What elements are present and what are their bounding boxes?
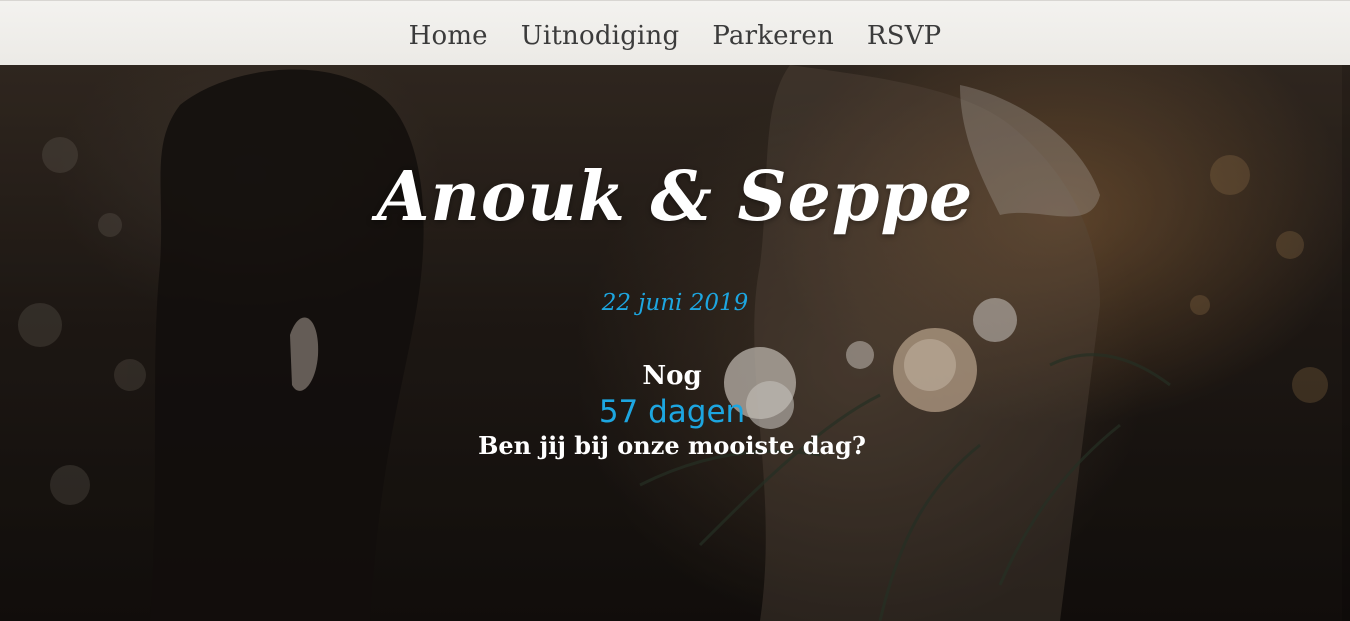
countdown-prefix: Nog (642, 361, 702, 391)
countdown-days: 57 dagen (598, 394, 746, 430)
wedding-date: 22 juni 2019 (601, 290, 749, 316)
hero-tagline: Ben jij bij onze mooiste dag? (478, 431, 866, 460)
main-navigation: Home Uitnodiging Parkeren RSVP (0, 0, 1350, 65)
nav-link-parkeren[interactable]: Parkeren (712, 17, 834, 49)
nav-link-rsvp[interactable]: RSVP (867, 17, 941, 49)
hero-section: Anouk & Seppe 22 juni 2019 Nog 57 dagen … (0, 65, 1350, 621)
couple-names-heading: Anouk & Seppe (376, 157, 974, 237)
page-scrollbar[interactable] (1342, 65, 1350, 621)
nav-link-home[interactable]: Home (409, 17, 488, 49)
nav-link-uitnodiging[interactable]: Uitnodiging (521, 17, 680, 49)
hero-dark-overlay (0, 65, 1350, 621)
